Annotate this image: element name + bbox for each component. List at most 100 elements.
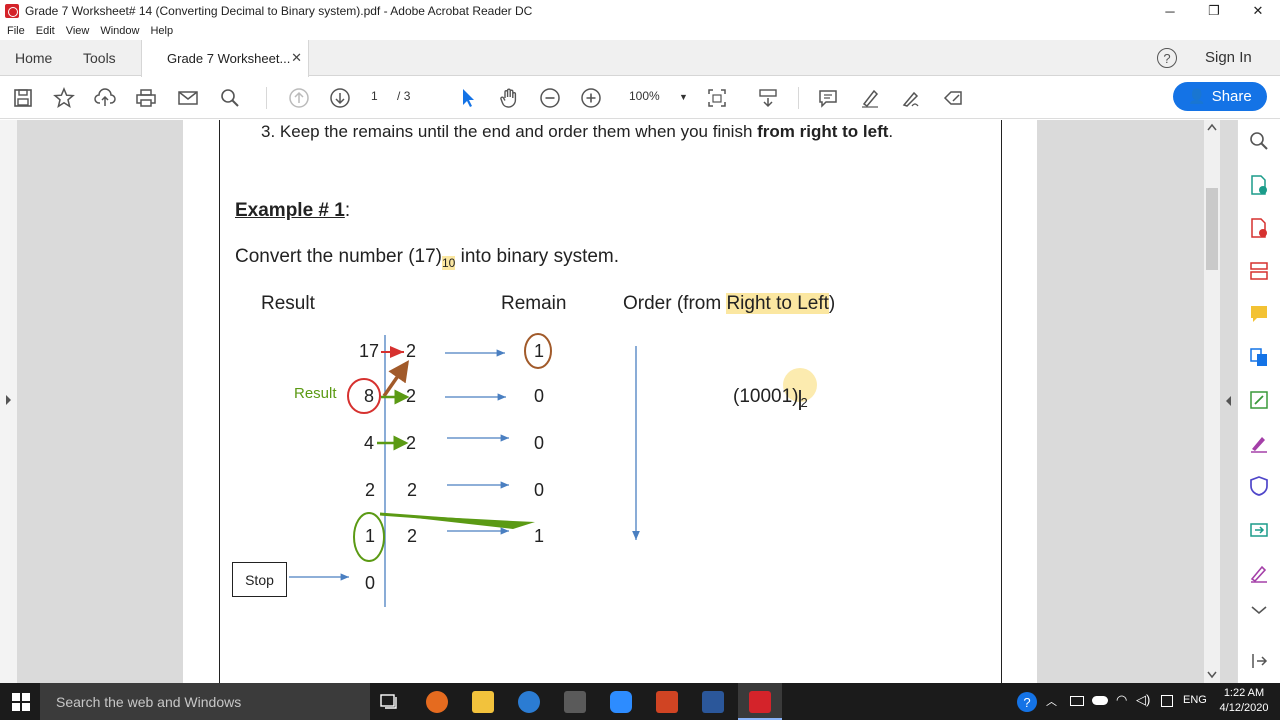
battery-icon[interactable] [1070,696,1084,706]
save-icon[interactable] [10,85,36,111]
title-bar: Grade 7 Worksheet# 14 (Converting Decima… [0,0,1280,22]
scrollbar-thumb[interactable] [1206,188,1218,270]
zoom-out-icon[interactable] [537,85,563,111]
send-for-review-icon[interactable] [1248,518,1270,540]
search-zoom-icon[interactable] [217,85,243,111]
zoom-app-icon[interactable] [610,691,632,713]
export-pdf-icon[interactable] [1248,174,1270,196]
brown-arrow [382,360,410,398]
pdf-page: 3. Keep the remains until the end and or… [183,120,1037,683]
chevron-up-icon[interactable]: ︿ [1046,693,1057,709]
tab-home[interactable]: Home [15,40,52,76]
zoom-in-icon[interactable] [578,85,604,111]
wifi-icon[interactable]: ◠ [1116,692,1127,708]
collapse-right-icon[interactable] [1225,395,1233,407]
dividend-value: 2 [365,480,376,500]
hand-tool-icon[interactable] [496,85,522,111]
action-center-icon[interactable] [1161,695,1173,707]
fill-sign-icon[interactable] [940,85,966,111]
minimize-button[interactable]: ─ [1148,0,1192,22]
collapse-panel-icon[interactable] [1248,650,1270,672]
menu-view[interactable]: View [66,25,90,37]
answer-base: 2 [800,394,808,410]
stop-box: Stop [232,562,287,597]
menu-file[interactable]: File [7,25,25,37]
store-icon[interactable] [564,691,586,713]
scroll-mode-icon[interactable] [755,85,781,111]
toolbar: 1 / 3 100% ▼ [0,77,1280,119]
windows-start-icon[interactable] [12,693,30,711]
acrobat-taskbar-button[interactable] [738,683,782,720]
powerpoint-icon[interactable] [656,691,678,713]
menu-window[interactable]: Window [100,25,139,37]
tab-close-icon[interactable]: ✕ [291,50,302,66]
taskbar-search-input[interactable]: Search the web and Windows [40,683,370,720]
tab-document[interactable]: Grade 7 Worksheet... ✕ [141,40,309,77]
result-label: Result [294,385,337,402]
word-icon[interactable] [702,691,724,713]
combine-files-icon[interactable] [1248,346,1270,368]
volume-icon[interactable]: ◁) [1136,692,1150,708]
add-user-icon: 👤 [1188,88,1206,104]
text-cursor [799,390,801,410]
firefox-icon[interactable] [426,691,448,713]
fit-page-icon[interactable] [704,85,730,111]
dividend-value: 0 [365,573,376,593]
help-icon[interactable]: ? [1157,48,1177,68]
dividend-value: 4 [364,433,375,453]
page-number-input[interactable]: 1 / 3 [371,89,410,103]
cloud-icon[interactable] [1092,696,1108,705]
edge-icon[interactable] [518,691,540,713]
current-page[interactable]: 1 [371,89,378,103]
divisor-value: 2 [406,386,417,406]
print-icon[interactable] [133,85,159,111]
sign-pen-icon[interactable] [1248,562,1270,584]
chevron-down-icon: ▼ [679,92,688,102]
left-panel-toggle[interactable] [0,120,17,683]
toolbar-separator [798,87,799,109]
file-explorer-icon[interactable] [472,691,494,713]
email-icon[interactable] [175,85,201,111]
close-button[interactable]: ✕ [1236,0,1280,22]
dividend-value: 8 [364,386,375,406]
zoom-value: 100% [629,89,660,103]
protect-shield-icon[interactable] [1248,475,1270,497]
clock[interactable]: 1:22 AM 4/12/2020 [1212,686,1276,716]
scroll-down-icon[interactable] [1207,671,1217,679]
comment-icon[interactable] [1248,303,1270,325]
next-page-icon[interactable] [327,85,353,111]
create-pdf-icon[interactable] [1248,217,1270,239]
select-cursor-icon[interactable] [455,85,481,111]
task-view-icon[interactable] [380,692,400,710]
language-indicator[interactable]: ENG [1183,694,1207,706]
sign-icon[interactable] [898,85,924,111]
more-tools-icon[interactable] [1248,602,1270,616]
star-icon[interactable] [51,85,77,111]
edit-pdf-icon[interactable] [1248,389,1270,411]
highlight-pen-icon[interactable] [857,85,883,111]
remain-value: 0 [534,480,545,500]
total-pages: / 3 [397,89,411,103]
green-big-arrow-shaft [379,512,518,526]
comment-icon[interactable] [815,85,841,111]
menu-edit[interactable]: Edit [36,25,55,37]
restore-button[interactable]: ❐ [1192,0,1236,22]
scroll-up-icon[interactable] [1207,123,1217,131]
menu-help[interactable]: Help [150,25,173,37]
share-button[interactable]: 👤 Share [1173,82,1267,111]
search-icon[interactable] [1248,130,1270,152]
divisor-value: 2 [407,526,418,546]
help-icon[interactable]: ? [1017,692,1037,712]
share-label: Share [1211,88,1252,105]
previous-page-icon[interactable] [286,85,312,111]
tab-tools[interactable]: Tools [83,40,116,76]
answer-value: (10001) [733,386,799,407]
upload-cloud-icon[interactable] [92,85,118,111]
dividend-value: 17 [359,341,380,361]
sign-in-link[interactable]: Sign In [1205,49,1252,66]
window-title: Grade 7 Worksheet# 14 (Converting Decima… [25,4,533,18]
organize-pages-icon[interactable] [1248,260,1270,282]
fill-sign-icon[interactable] [1248,432,1270,454]
expand-left-icon[interactable] [4,394,12,406]
zoom-select[interactable]: 100% ▼ [629,89,688,103]
